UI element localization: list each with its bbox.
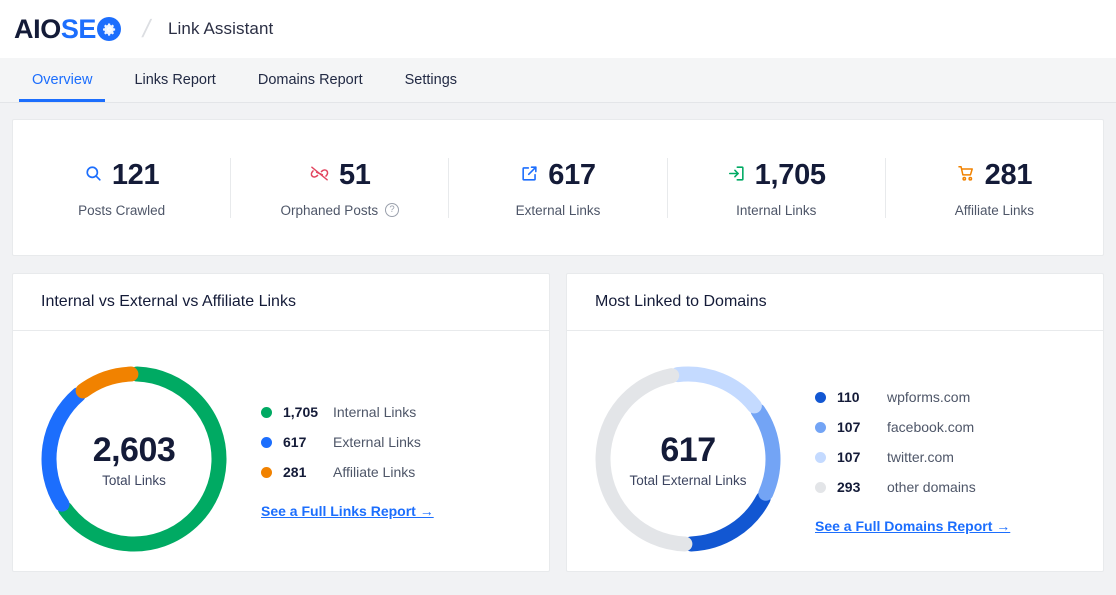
- stats-summary-bar: 121 Posts Crawled 51 Orphaned Posts ? 61…: [12, 119, 1104, 256]
- legend-label: Internal Links: [333, 404, 417, 420]
- links-donut-chart: 2,603 Total Links: [31, 356, 237, 562]
- stat-label: Orphaned Posts: [280, 202, 379, 218]
- gear-icon: [97, 17, 122, 41]
- legend-value: 107: [837, 419, 861, 435]
- legend-label: twitter.com: [887, 449, 954, 465]
- links-breakdown-card: Internal vs External vs Affiliate Links …: [12, 273, 550, 572]
- tab-overview[interactable]: Overview: [11, 58, 113, 102]
- stat-label: Internal Links: [736, 202, 817, 218]
- legend-item: 110 wpforms.com: [815, 382, 1010, 412]
- legend-label: facebook.com: [887, 419, 975, 435]
- legend-value: 110: [837, 389, 860, 405]
- see-full-domains-report-link[interactable]: See a Full Domains Report →: [815, 518, 1010, 534]
- stat-value: 281: [984, 159, 1033, 191]
- legend-item: 107 twitter.com: [815, 442, 1010, 472]
- links-legend: 1,705 Internal Links 617 External Links …: [247, 397, 434, 521]
- stat-label: External Links: [515, 202, 601, 218]
- stat-affiliate-links: 281 Affiliate Links: [886, 158, 1103, 218]
- stat-value: 617: [548, 159, 596, 191]
- legend-color-dot: [815, 421, 826, 433]
- stat-value: 51: [338, 159, 371, 191]
- card-title: Most Linked to Domains: [567, 274, 1103, 331]
- main-content: 121 Posts Crawled 51 Orphaned Posts ? 61…: [0, 103, 1116, 572]
- legend-item: 107 facebook.com: [815, 412, 1010, 442]
- legend-value: 107: [837, 449, 861, 465]
- domains-donut-chart: 617 Total External Links: [585, 356, 791, 562]
- see-full-links-report-link[interactable]: See a Full Links Report →: [261, 503, 434, 519]
- cart-icon: [957, 164, 976, 188]
- donut-total-value: 2,603: [92, 430, 176, 469]
- aioseo-logo: AIO SE: [14, 13, 122, 44]
- most-linked-domains-card: Most Linked to Domains 617 Total Externa…: [566, 273, 1104, 572]
- stat-internal-links: 1,705 Internal Links: [668, 157, 886, 218]
- stat-orphaned-posts: 51 Orphaned Posts ?: [231, 157, 450, 218]
- donut-total-label: Total External Links: [629, 472, 747, 488]
- legend-value: 1,705: [283, 404, 319, 420]
- tab-bar: Overview Links Report Domains Report Set…: [0, 58, 1116, 103]
- legend-color-dot: [261, 436, 272, 448]
- charts-row: Internal vs External vs Affiliate Links …: [12, 273, 1104, 572]
- legend-label: other domains: [887, 479, 976, 495]
- donut-total-value: 617: [660, 430, 716, 469]
- tab-links-report[interactable]: Links Report: [113, 58, 236, 102]
- legend-value: 281: [283, 464, 307, 480]
- external-link-icon: [520, 164, 539, 188]
- domains-legend: 110 wpforms.com 107 facebook.com 107 twi…: [801, 382, 1010, 536]
- page-title: Link Assistant: [167, 19, 274, 38]
- broken-link-icon: [309, 164, 330, 188]
- stat-value: 1,705: [754, 159, 826, 191]
- legend-label: Affiliate Links: [333, 464, 416, 480]
- stat-label: Affiliate Links: [954, 202, 1035, 218]
- legend-value: 293: [837, 479, 861, 495]
- internal-link-icon: [727, 164, 746, 188]
- legend-color-dot: [815, 481, 826, 493]
- app-header: AIO SE / Link Assistant: [0, 0, 1116, 58]
- legend-value: 617: [283, 434, 307, 450]
- legend-label: wpforms.com: [887, 389, 971, 405]
- tab-settings[interactable]: Settings: [384, 58, 478, 102]
- stat-value: 121: [111, 159, 160, 191]
- legend-color-dot: [815, 451, 826, 463]
- legend-item: 281 Affiliate Links: [261, 457, 434, 487]
- stat-external-links: 617 External Links: [449, 157, 668, 218]
- stat-posts-crawled: 121 Posts Crawled: [13, 157, 232, 218]
- legend-item: 617 External Links: [261, 427, 434, 457]
- card-title: Internal vs External vs Affiliate Links: [13, 274, 549, 331]
- legend-color-dot: [815, 391, 826, 403]
- tab-domains-report[interactable]: Domains Report: [237, 58, 384, 102]
- legend-color-dot: [261, 466, 272, 478]
- header-separator: /: [140, 14, 154, 43]
- legend-item: 1,705 Internal Links: [261, 397, 434, 427]
- logo-text-se: SE: [60, 13, 97, 44]
- stat-label: Posts Crawled: [78, 202, 166, 218]
- legend-label: External Links: [333, 434, 421, 450]
- help-circle-icon[interactable]: ?: [385, 203, 400, 217]
- legend-item: 293 other domains: [815, 472, 1010, 502]
- legend-color-dot: [261, 406, 272, 418]
- search-icon: [84, 164, 103, 188]
- donut-total-label: Total Links: [102, 472, 166, 488]
- logo-text-aio: AIO: [14, 13, 61, 44]
